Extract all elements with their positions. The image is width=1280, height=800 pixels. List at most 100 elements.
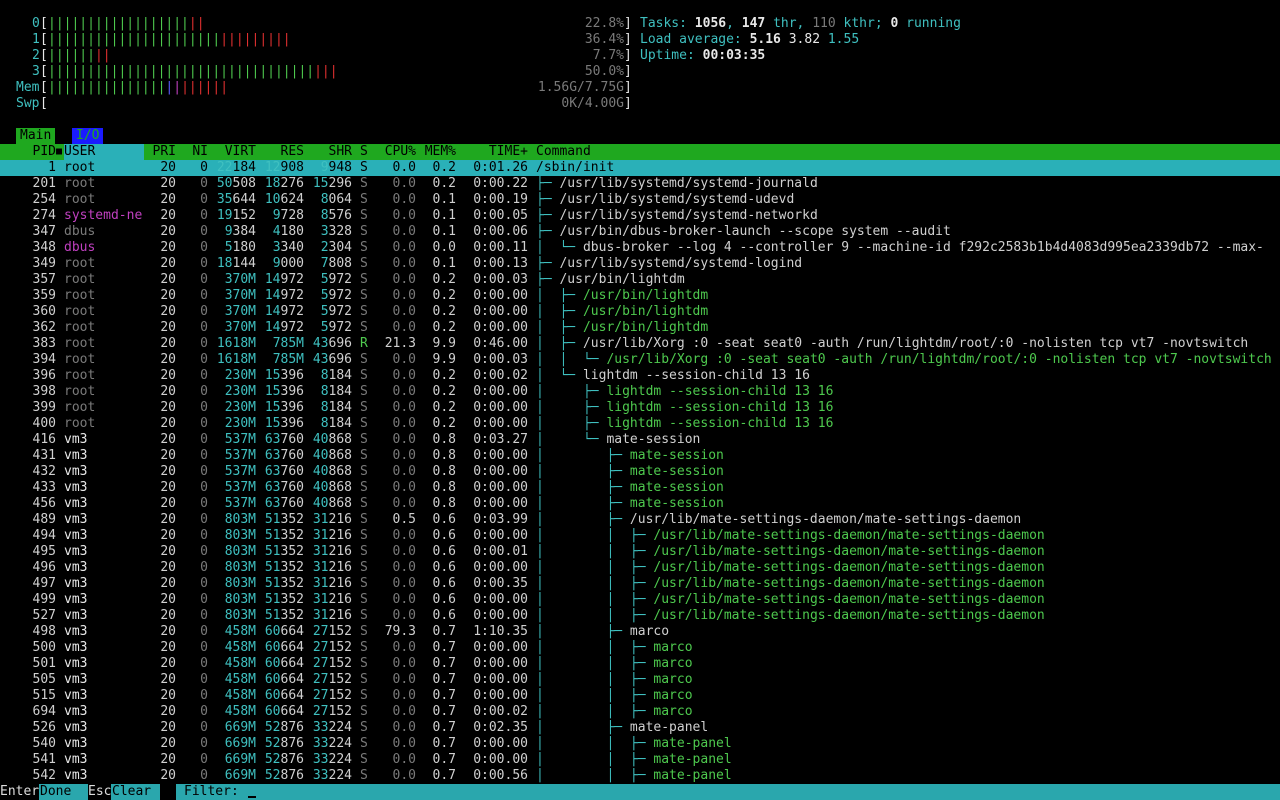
- cell-shr: 27152: [304, 704, 352, 720]
- meter-bracket: ]: [624, 80, 632, 95]
- done-button[interactable]: Done: [40, 784, 71, 800]
- process-row[interactable]: 496 vm3 20 0 803M 51352 31216 S 0.0 0.6 0:00.00 │ │…: [0, 560, 1280, 576]
- col-cpu[interactable]: CPU%: [376, 144, 416, 160]
- process-row[interactable]: 500 vm3 20 0 458M 60664 27152 S 0.0 0.7 0:00.00 │ │…: [0, 640, 1280, 656]
- cell-cpu: 0.0: [392, 528, 416, 543]
- cell-pri: 20: [160, 432, 176, 447]
- cell-mem: 0.2: [432, 272, 456, 287]
- process-row[interactable]: 357 root 20 0 370M 14972 5972 S 0.0 0.2 0:00.03 ├─ …: [0, 272, 1280, 288]
- process-row[interactable]: 495 vm3 20 0 803M 51352 31216 S 0.0 0.6 0:00.01 │ │…: [0, 544, 1280, 560]
- col-state[interactable]: S: [360, 144, 376, 160]
- cell-ni: 0: [200, 192, 208, 207]
- col-virt[interactable]: VIRT: [208, 144, 256, 160]
- process-row[interactable]: 433 vm3 20 0 537M 63760 40868 S 0.0 0.8 0:00.00 │ ├…: [0, 480, 1280, 496]
- process-row[interactable]: 254 root 20 0 35644 10624 8064 S 0.0 0.1 0:00.19 ├─…: [0, 192, 1280, 208]
- process-row[interactable]: 360 root 20 0 370M 14972 5972 S 0.0 0.2 0:00.00 │ ├…: [0, 304, 1280, 320]
- process-row[interactable]: 540 vm3 20 0 669M 52876 33224 S 0.0 0.7 0:00.00 │ │…: [0, 736, 1280, 752]
- process-row[interactable]: 432 vm3 20 0 537M 63760 40868 S 0.0 0.8 0:00.00 │ ├…: [0, 464, 1280, 480]
- process-row[interactable]: 694 vm3 20 0 458M 60664 27152 S 0.0 0.7 0:00.02 │ │…: [0, 704, 1280, 720]
- process-row[interactable]: 416 vm3 20 0 537M 63760 40868 S 0.0 0.8 0:03.27 │ └…: [0, 432, 1280, 448]
- process-row[interactable]: 362 root 20 0 370M 14972 5972 S 0.0 0.2 0:00.00 │ ├…: [0, 320, 1280, 336]
- col-command[interactable]: Command: [536, 144, 736, 160]
- process-row[interactable]: 505 vm3 20 0 458M 60664 27152 S 0.0 0.7 0:00.00 │ │…: [0, 672, 1280, 688]
- cell-res: 14972: [256, 288, 304, 304]
- process-row[interactable]: 347 dbus 20 0 9384 4180 3328 S 0.0 0.1 0:00.06 ├─ /…: [0, 224, 1280, 240]
- command-text: /sbin/init: [536, 160, 615, 175]
- cell-ni: 0: [200, 400, 208, 415]
- value-thousands: 51: [264, 512, 281, 527]
- cell-pid: 527: [32, 608, 56, 623]
- process-row[interactable]: 396 root 20 0 230M 15396 8184 S 0.0 0.2 0:00.02 │ └…: [0, 368, 1280, 384]
- process-row[interactable]: 394 root 20 0 1618M 785M 43696 S 0.0 9.9 0:00.03 │ …: [0, 352, 1280, 368]
- process-row[interactable]: 201 root 20 0 50508 18276 15296 S 0.0 0.2 0:00.22 ├…: [0, 176, 1280, 192]
- process-row[interactable]: 526 vm3 20 0 669M 52876 33224 S 0.0 0.7 0:02.35 │ ├…: [0, 720, 1280, 736]
- clear-button[interactable]: Clear: [112, 784, 151, 800]
- cell-ni: 0: [200, 704, 208, 719]
- process-row[interactable]: 274 systemd-ne 20 0 19152 9728 8576 S 0.0 0.1 0:00…: [0, 208, 1280, 224]
- process-row[interactable]: 359 root 20 0 370M 14972 5972 S 0.0 0.2 0:00.00 │ ├…: [0, 288, 1280, 304]
- process-row[interactable]: 515 vm3 20 0 458M 60664 27152 S 0.0 0.7 0:00.00 │ │…: [0, 688, 1280, 704]
- cell-command: │ │ ├─ marco: [536, 640, 1280, 656]
- process-row[interactable]: 497 vm3 20 0 803M 51352 31216 S 0.0 0.6 0:00.35 │ │…: [0, 576, 1280, 592]
- cell-shr: 7808: [304, 256, 352, 272]
- process-row[interactable]: 348 dbus 20 0 5180 3340 2304 S 0.0 0.0 0:00.11 │ └─…: [0, 240, 1280, 256]
- process-row[interactable]: 542 vm3 20 0 669M 52876 33224 S 0.0 0.7 0:00.56 │ │…: [0, 768, 1280, 784]
- process-row[interactable]: 541 vm3 20 0 669M 52876 33224 S 0.0 0.7 0:00.00 │ │…: [0, 752, 1280, 768]
- tab-io[interactable]: I/O: [72, 128, 104, 144]
- process-row[interactable]: 349 root 20 0 18144 9000 7808 S 0.0 0.1 0:00.13 ├─ …: [0, 256, 1280, 272]
- cell-res: 51352: [256, 576, 304, 592]
- value-thousands: 31: [312, 576, 329, 591]
- cell-s: S: [360, 400, 368, 415]
- command-text: lightdm --session-child 13 16: [606, 400, 834, 415]
- col-ni[interactable]: NI: [176, 144, 208, 160]
- cell-s: S: [360, 768, 368, 783]
- cell-pri: 20: [160, 320, 176, 335]
- cell-virt: 803M: [208, 528, 256, 544]
- cell-res: 785M: [256, 352, 304, 368]
- process-row[interactable]: 400 root 20 0 230M 15396 8184 S 0.0 0.2 0:00.00 │ ├…: [0, 416, 1280, 432]
- process-row[interactable]: 489 vm3 20 0 803M 51352 31216 S 0.5 0.6 0:03.99 │ ├…: [0, 512, 1280, 528]
- cell-pid: 498: [32, 624, 56, 639]
- process-row[interactable]: 498 vm3 20 0 458M 60664 27152 S 79.3 0.7 1:10.35 │ …: [0, 624, 1280, 640]
- cell-mem: 0.6: [432, 512, 456, 527]
- cell-time: 0:00.00: [473, 288, 528, 303]
- process-row[interactable]: 399 root 20 0 230M 15396 8184 S 0.0 0.2 0:00.00 │ ├…: [0, 400, 1280, 416]
- value-megabytes: 669M: [224, 736, 256, 751]
- process-row[interactable]: 527 vm3 20 0 803M 51352 31216 S 0.0 0.6 0:00.00 │ │…: [0, 608, 1280, 624]
- value-megabytes: 370M: [224, 288, 256, 303]
- value-megabytes: 230M: [224, 416, 256, 431]
- process-row[interactable]: 383 root 20 0 1618M 785M 43696 R 21.3 9.9 0:46.00 │…: [0, 336, 1280, 352]
- col-shr[interactable]: SHR: [304, 144, 352, 160]
- tree-branch: │ └─: [536, 240, 583, 255]
- cell-shr: 40868: [304, 448, 352, 464]
- value-thousands: 18: [216, 256, 233, 271]
- process-row[interactable]: 456 vm3 20 0 537M 63760 40868 S 0.0 0.8 0:00.00 │ ├…: [0, 496, 1280, 512]
- process-row[interactable]: 499 vm3 20 0 803M 51352 31216 S 0.0 0.6 0:00.00 │ │…: [0, 592, 1280, 608]
- col-res[interactable]: RES: [256, 144, 304, 160]
- value-thousands: 51: [264, 576, 281, 591]
- process-row[interactable]: 501 vm3 20 0 458M 60664 27152 S 0.0 0.7 0:00.00 │ │…: [0, 656, 1280, 672]
- cell-res: 60664: [256, 640, 304, 656]
- process-row[interactable]: 431 vm3 20 0 537M 63760 40868 S 0.0 0.8 0:00.00 │ ├…: [0, 448, 1280, 464]
- tree-branch: │ ├─: [536, 720, 630, 735]
- cell-ni: 0: [200, 368, 208, 383]
- value-thousands: 33: [312, 768, 329, 783]
- process-row[interactable]: 494 vm3 20 0 803M 51352 31216 S 0.0 0.6 0:00.00 │ │…: [0, 528, 1280, 544]
- cell-virt: 370M: [208, 320, 256, 336]
- cell-virt: 537M: [208, 448, 256, 464]
- cell-pri: 20: [160, 576, 176, 591]
- cell-ni: 0: [200, 432, 208, 447]
- process-row[interactable]: 398 root 20 0 230M 15396 8184 S 0.0 0.2 0:00.00 │ ├…: [0, 384, 1280, 400]
- cell-cpu: 0.0: [392, 288, 416, 303]
- command-text: /usr/lib/mate-settings-daemon/mate-setti…: [629, 512, 1022, 527]
- col-mem[interactable]: MEM%: [416, 144, 456, 160]
- col-time[interactable]: TIME+: [456, 144, 528, 160]
- tab-main[interactable]: Main: [16, 128, 56, 144]
- col-pri[interactable]: PRI: [144, 144, 176, 160]
- col-pid[interactable]: PID: [0, 144, 56, 160]
- cell-pri: 20: [160, 544, 176, 559]
- process-row[interactable]: 1 root 20 0 22184 12908 9948 S 0.0 0.2 0:01.26/sbi…: [0, 160, 1280, 176]
- col-user[interactable]: USER: [64, 144, 144, 160]
- cell-shr: 8064: [304, 192, 352, 208]
- value-thousands: 5: [320, 272, 329, 287]
